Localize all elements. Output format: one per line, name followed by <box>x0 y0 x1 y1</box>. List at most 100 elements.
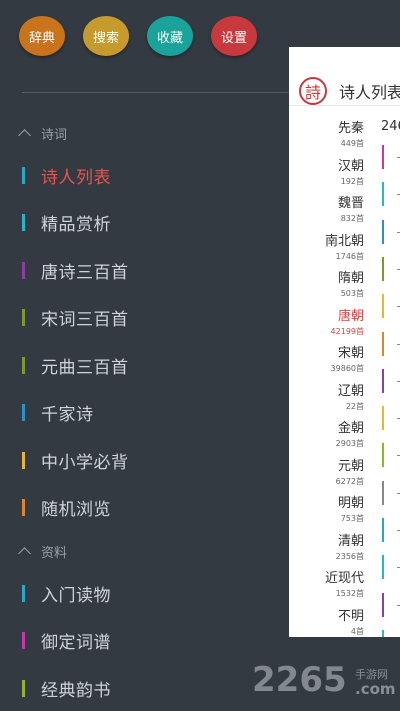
dynasty-count: 6272首 <box>335 476 364 486</box>
sidebar-item[interactable]: 随机浏览 <box>22 495 111 520</box>
dynasty-name: 近现代 <box>324 571 364 586</box>
sidebar-item[interactable]: 经典韵书 <box>22 676 111 701</box>
poet-count-value: 246 <box>381 119 400 134</box>
dynasty-count: 22首 <box>345 401 364 411</box>
poet-color-bar <box>382 443 384 468</box>
section-label: 资料 <box>41 546 68 561</box>
section-header-materials[interactable]: 资料 <box>18 542 67 561</box>
dynasty-count: 503首 <box>340 289 364 298</box>
top-button-bar: 辞典 搜索 收藏 设置 <box>19 16 275 56</box>
poet-list-panel: 詩 诗人列表 246 先秦 449首汉朝 192首魏晋 832首南北朝 1746首隋朝 5… <box>289 47 400 637</box>
poem-seal-icon: 詩 <box>299 77 327 105</box>
color-indicator <box>22 356 25 374</box>
dynasty-name: 南北朝 <box>324 233 364 249</box>
sidebar-item-label: 中小学必背 <box>41 452 129 473</box>
poet-color-bar <box>382 518 384 542</box>
dynasty-item[interactable]: 明朝 753首 <box>338 496 364 524</box>
poet-color-bar <box>382 368 384 393</box>
dynasty-count: 2356首 <box>335 551 364 561</box>
poet-color-bar <box>382 555 384 580</box>
color-indicator <box>22 631 25 649</box>
dynasty-item[interactable]: 金朝 2903首 <box>336 421 364 449</box>
search-button[interactable]: 搜索 <box>83 16 129 56</box>
panel-header: 詩 诗人列表 <box>299 77 400 105</box>
dynasty-item[interactable]: 元朝 6272首 <box>336 459 364 487</box>
watermark-logo: 2265 <box>252 660 347 700</box>
sidebar-item[interactable]: 精品赏析 <box>22 210 111 235</box>
sidebar-item-label: 元曲三百首 <box>41 357 129 378</box>
dynasty-name: 先秦 <box>337 121 364 136</box>
section-label: 诗词 <box>41 128 68 143</box>
sidebar-item-label: 诗人列表 <box>41 167 111 188</box>
dynasty-item[interactable]: 近现代 1532首 <box>325 571 364 599</box>
poet-color-bar <box>382 592 384 617</box>
sidebar-item[interactable]: 中小学必背 <box>22 448 129 473</box>
sidebar-item[interactable]: 元曲三百首 <box>22 353 129 378</box>
sidebar-item[interactable]: 诗人列表 <box>22 163 111 188</box>
poet-color-bar <box>382 145 384 169</box>
color-indicator <box>22 261 25 279</box>
color-indicator <box>22 308 25 326</box>
dynasty-item[interactable]: 汉朝 192首 <box>338 159 364 187</box>
poet-color-bar <box>382 219 384 244</box>
sidebar-item-label: 宋词三百首 <box>41 309 129 330</box>
dynasty-name: 清朝 <box>337 533 364 549</box>
sidebar-item[interactable]: 唐诗三百首 <box>22 258 129 283</box>
watermark-suffix: .com <box>355 680 396 698</box>
dynasty-name: 唐朝 <box>337 308 364 324</box>
poet-color-bar <box>382 480 384 505</box>
favorites-button[interactable]: 收藏 <box>147 16 193 56</box>
dynasty-count: 449首 <box>340 139 364 148</box>
dynasty-name: 宋朝 <box>337 346 364 361</box>
chevron-up-icon <box>18 547 31 560</box>
poet-color-bar <box>382 629 384 637</box>
poet-color-bar <box>382 294 384 319</box>
color-indicator <box>22 166 25 184</box>
sidebar-item[interactable]: 宋词三百首 <box>22 305 129 330</box>
settings-button[interactable]: 设置 <box>211 16 257 56</box>
sidebar-item-label: 唐诗三百首 <box>41 262 129 283</box>
color-indicator <box>22 679 25 697</box>
dynasty-count: 2903首 <box>335 439 364 448</box>
dynasty-item[interactable]: 不明 4首 <box>338 609 364 637</box>
dynasty-name: 魏晋 <box>337 196 364 211</box>
dynasty-count: 832首 <box>340 214 364 223</box>
dynasty-item[interactable]: 唐朝 42199首 <box>331 309 364 337</box>
dynasty-name: 金朝 <box>337 421 364 436</box>
section-header-poetry[interactable]: 诗词 <box>18 124 67 143</box>
dynasty-name: 元朝 <box>337 458 364 474</box>
sidebar-item-label: 经典韵书 <box>41 680 111 701</box>
dictionary-button[interactable]: 辞典 <box>19 16 65 56</box>
dynasty-item[interactable]: 先秦 449首 <box>338 121 364 149</box>
color-indicator <box>22 451 25 469</box>
dynasty-count: 39860首 <box>330 364 364 373</box>
sidebar-item[interactable]: 千家诗 <box>22 400 94 425</box>
color-indicator <box>22 498 25 516</box>
dynasty-item[interactable]: 隋朝 503首 <box>338 271 364 299</box>
dynasty-item[interactable]: 宋朝 39860首 <box>331 346 364 374</box>
dynasty-name: 不明 <box>337 608 364 624</box>
dynasty-count: 753首 <box>340 514 364 523</box>
sidebar-item-label: 精品赏析 <box>41 214 111 235</box>
sidebar-item-label: 入门读物 <box>41 585 111 606</box>
chevron-up-icon <box>18 129 31 142</box>
panel-divider <box>289 105 400 106</box>
sidebar-item-label: 御定词谱 <box>41 632 111 653</box>
dynasty-item[interactable]: 南北朝 1746首 <box>325 234 364 262</box>
poet-color-bar <box>382 182 384 207</box>
dynasty-count: 1532首 <box>335 589 364 598</box>
color-indicator <box>22 403 25 421</box>
dynasty-name: 隋朝 <box>337 271 364 286</box>
sidebar-item[interactable]: 御定词谱 <box>22 628 111 653</box>
dynasty-item[interactable]: 魏晋 832首 <box>338 196 364 224</box>
sidebar-item[interactable]: 入门读物 <box>22 581 111 606</box>
poet-color-bar <box>382 331 384 356</box>
dynasty-count: 192首 <box>340 176 364 186</box>
sidebar-item-label: 千家诗 <box>41 404 94 425</box>
color-indicator <box>22 584 25 602</box>
dynasty-name: 明朝 <box>337 496 364 511</box>
panel-title: 诗人列表 <box>339 83 400 102</box>
color-indicator <box>22 213 25 231</box>
dynasty-item[interactable]: 清朝 2356首 <box>336 534 364 562</box>
dynasty-item[interactable]: 辽朝 22首 <box>338 384 364 412</box>
